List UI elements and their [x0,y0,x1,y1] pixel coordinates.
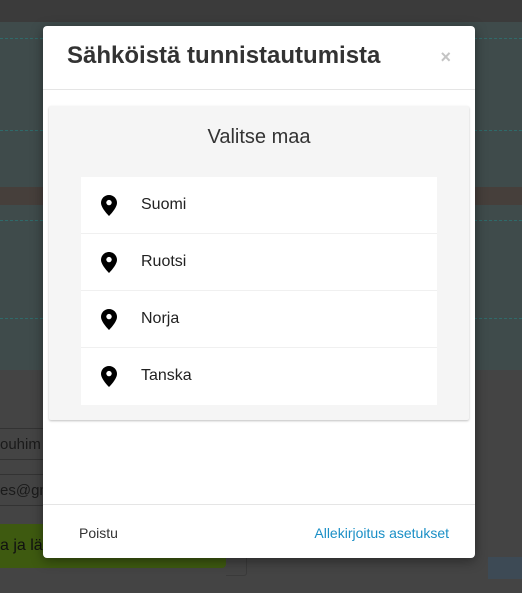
background-topbar [0,0,522,22]
background-text: ouhim [0,436,41,453]
background-corner [488,557,522,579]
country-item-suomi[interactable]: Suomi [81,177,437,234]
background-button-label: a ja lä [0,537,43,554]
modal-title: Sähköistä tunnistautumista [67,42,381,69]
map-pin-icon [101,195,117,216]
map-pin-icon [101,309,117,330]
exit-button[interactable]: Poistu [79,525,118,541]
country-label: Tanska [141,367,192,384]
modal-header: Sähköistä tunnistautumista × [43,26,475,90]
country-label: Ruotsi [141,253,187,270]
country-list: Suomi Ruotsi Norja Tanska [81,177,437,405]
close-button[interactable]: × [440,48,451,66]
map-pin-icon [101,252,117,273]
country-label: Norja [141,310,180,327]
panel-heading: Valitse maa [207,126,311,148]
modal-footer: Poistu Allekirjoitus asetukset [43,504,475,559]
auth-modal: Sähköistä tunnistautumista × Valitse maa… [43,26,475,558]
signature-settings-link[interactable]: Allekirjoitus asetukset [314,525,449,541]
country-item-tanska[interactable]: Tanska [81,348,437,405]
country-panel: Valitse maa Suomi Ruotsi Norja Tanska [49,106,469,420]
country-item-norja[interactable]: Norja [81,291,437,348]
country-label: Suomi [141,196,187,213]
map-pin-icon [101,366,117,387]
country-item-ruotsi[interactable]: Ruotsi [81,234,437,291]
